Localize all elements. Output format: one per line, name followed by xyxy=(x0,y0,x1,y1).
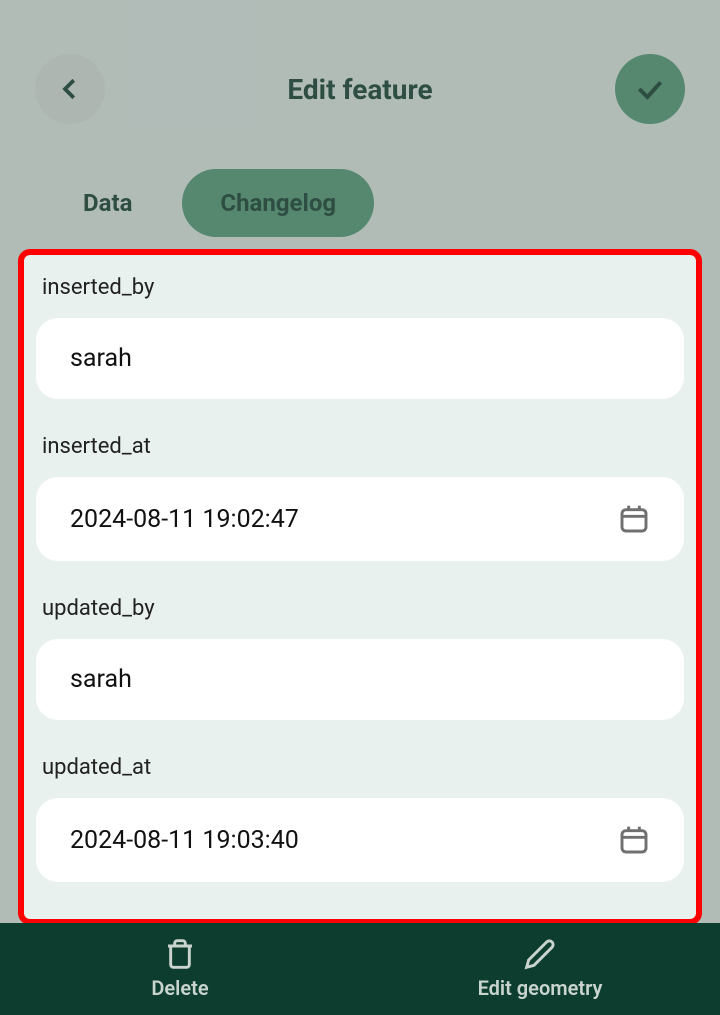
header: Edit feature xyxy=(0,0,720,144)
inserted-by-input[interactable]: sarah xyxy=(36,318,684,399)
calendar-icon xyxy=(618,824,650,856)
calendar-icon xyxy=(618,503,650,535)
updated-by-input[interactable]: sarah xyxy=(36,639,684,720)
edit-geometry-button[interactable]: Edit geometry xyxy=(360,923,720,1015)
field-updated-by: updated_by sarah xyxy=(36,586,684,720)
field-label: updated_at xyxy=(36,745,684,780)
field-inserted-by: inserted_by sarah xyxy=(36,265,684,399)
confirm-button[interactable] xyxy=(615,54,685,124)
edit-geometry-label: Edit geometry xyxy=(478,976,603,1000)
changelog-panel: inserted_by sarah inserted_at 2024-08-11… xyxy=(18,249,702,925)
delete-label: Delete xyxy=(151,976,208,1000)
field-label: updated_by xyxy=(36,586,684,621)
field-value: 2024-08-11 19:02:47 xyxy=(70,505,299,534)
pencil-icon xyxy=(524,938,556,970)
field-value: sarah xyxy=(70,665,132,694)
field-updated-at: updated_at 2024-08-11 19:03:40 xyxy=(36,745,684,882)
page-title: Edit feature xyxy=(287,73,432,106)
bottom-bar: Delete Edit geometry xyxy=(0,923,720,1015)
field-inserted-at: inserted_at 2024-08-11 19:02:47 xyxy=(36,424,684,561)
tab-changelog[interactable]: Changelog xyxy=(182,169,374,237)
delete-button[interactable]: Delete xyxy=(0,923,360,1015)
check-icon xyxy=(634,73,666,105)
field-value: 2024-08-11 19:03:40 xyxy=(70,826,299,855)
trash-icon xyxy=(164,938,196,970)
chevron-left-icon xyxy=(55,74,85,104)
inserted-at-input[interactable]: 2024-08-11 19:02:47 xyxy=(36,477,684,561)
tabs: Data Changelog xyxy=(0,144,720,262)
tab-data[interactable]: Data xyxy=(45,169,170,237)
field-label: inserted_by xyxy=(36,265,684,300)
back-button[interactable] xyxy=(35,54,105,124)
field-label: inserted_at xyxy=(36,424,684,459)
field-value: sarah xyxy=(70,344,132,373)
updated-at-input[interactable]: 2024-08-11 19:03:40 xyxy=(36,798,684,882)
